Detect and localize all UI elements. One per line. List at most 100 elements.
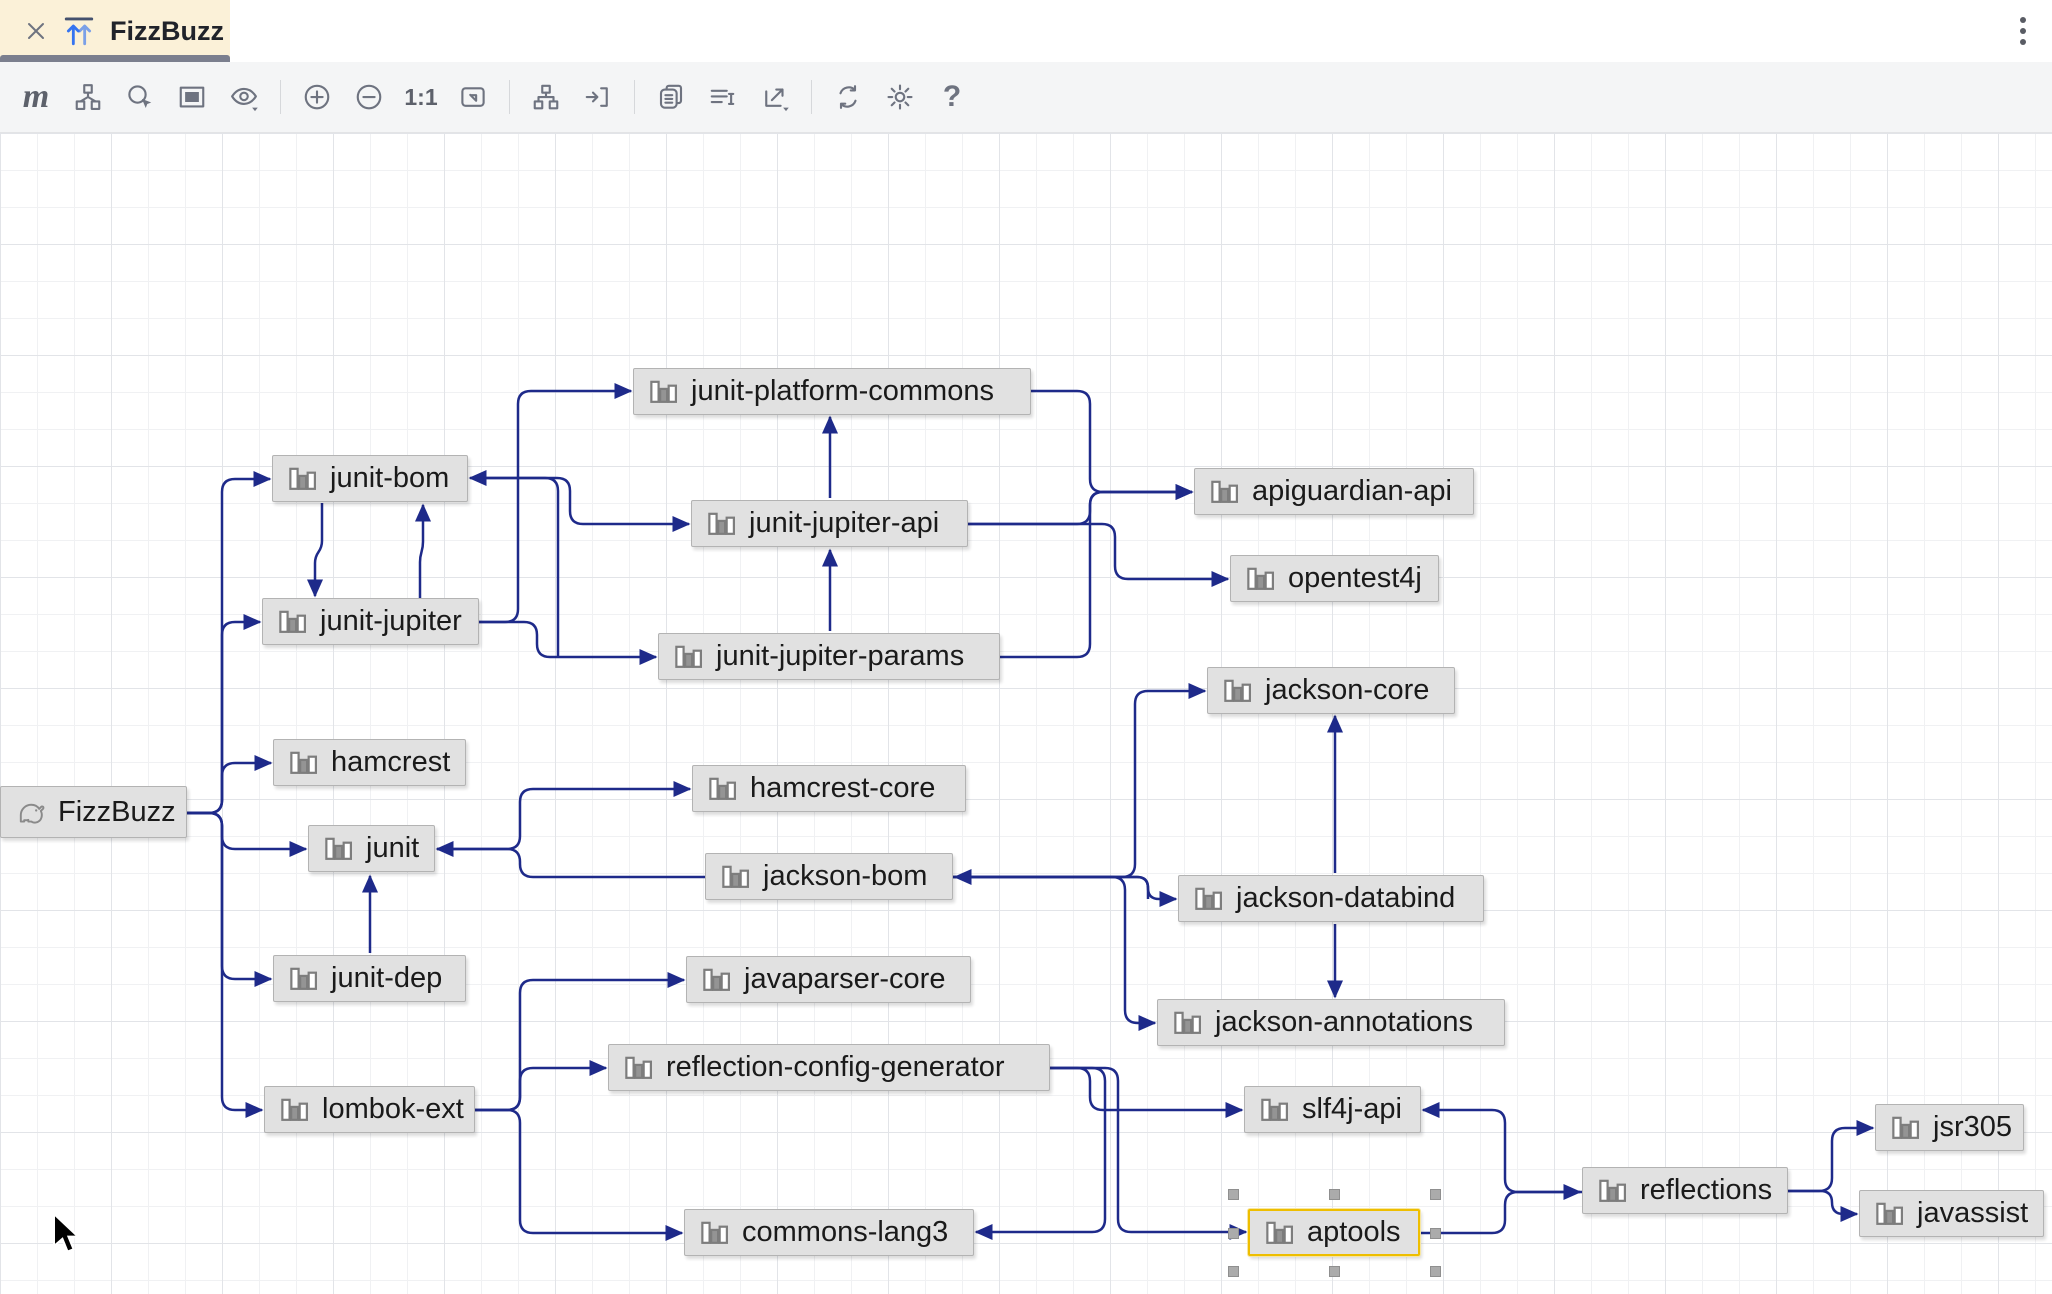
library-icon [1172,1007,1203,1038]
library-icon [701,964,732,995]
selection-handle[interactable] [1430,1266,1441,1277]
library-icon [706,508,737,539]
copy-diagram-button[interactable] [649,75,693,119]
diagram-node-reflections[interactable]: reflections [1582,1167,1788,1214]
node-label: junit-jupiter-params [716,640,964,673]
diagram-node-reflection-config-generator[interactable]: reflection-config-generator [608,1044,1050,1091]
active-tab-underline [0,55,230,62]
diagram-node-opentest4j[interactable]: opentest4j [1230,555,1439,602]
diagram-structure-button[interactable] [66,75,110,119]
diagram-node-slf4j-api[interactable]: slf4j-api [1244,1086,1421,1133]
close-icon[interactable] [24,19,48,43]
diagram-node-javaparser-core[interactable]: javaparser-core [686,956,971,1003]
library-icon [288,747,319,778]
diagram-node-jackson-databind[interactable]: jackson-databind [1178,875,1484,922]
library-icon [720,861,751,892]
settings-button[interactable] [878,75,922,119]
selection-handle[interactable] [1329,1189,1340,1200]
node-label: lombok-ext [322,1093,464,1126]
diagram-node-aptools[interactable]: aptools [1248,1209,1420,1256]
diagram-node-commons-lang3[interactable]: commons-lang3 [684,1209,974,1256]
diagram-node-hamcrest-core[interactable]: hamcrest-core [692,765,966,812]
diagram-node-junit-bom[interactable]: junit-bom [272,455,468,502]
selection-handle[interactable] [1228,1189,1239,1200]
focus-element-button[interactable] [576,75,620,119]
visibility-options-button[interactable] [222,75,266,119]
node-label: junit-bom [330,462,449,495]
maven-button[interactable]: m [14,75,58,119]
library-icon [699,1217,730,1248]
node-label: jackson-bom [763,860,927,893]
node-label: javassist [1917,1197,2028,1230]
library-icon [1245,563,1276,594]
node-label: reflections [1640,1174,1772,1207]
library-icon [279,1094,310,1125]
diagram-toolbar: m 1:1? [0,62,2052,133]
selection-handle[interactable] [1430,1189,1441,1200]
node-label: jackson-annotations [1215,1006,1473,1039]
minimap-button[interactable] [170,75,214,119]
zoom-in-button[interactable] [295,75,339,119]
node-label: aptools [1307,1216,1401,1249]
diagram-node-junit-jupiter[interactable]: junit-jupiter [262,598,479,645]
show-details-button[interactable] [701,75,745,119]
diagram-node-jsr305[interactable]: jsr305 [1875,1104,2024,1151]
diagram-node-jackson-core[interactable]: jackson-core [1207,667,1455,714]
pull-up-diagram-icon [62,14,96,48]
apply-layout-button[interactable] [524,75,568,119]
editor-tab-bar: FizzBuzz [0,0,2052,63]
library-icon [323,833,354,864]
diagram-node-lombok-ext[interactable]: lombok-ext [264,1086,475,1133]
export-diagram-button[interactable] [753,75,797,119]
library-icon [287,463,318,494]
gradle-icon [15,797,46,828]
toolbar-separator [280,80,281,114]
refresh-button[interactable] [826,75,870,119]
tab-title: FizzBuzz [110,16,224,47]
toolbar-separator [811,80,812,114]
diagram-node-junit-jupiter-params[interactable]: junit-jupiter-params [658,633,1000,680]
fit-content-button[interactable] [451,75,495,119]
actual-size-button[interactable]: 1:1 [399,75,443,119]
library-icon [1264,1217,1295,1248]
diagram-node-junit-jupiter-api[interactable]: junit-jupiter-api [691,500,968,547]
zoom-out-button[interactable] [347,75,391,119]
library-icon [1259,1094,1290,1125]
library-icon [288,963,319,994]
diagram-node-apiguardian-api[interactable]: apiguardian-api [1194,468,1474,515]
help-button[interactable]: ? [930,75,974,119]
node-label: opentest4j [1288,562,1422,595]
diagram-node-jackson-bom[interactable]: jackson-bom [705,853,953,900]
library-icon [1890,1112,1921,1143]
diagram-node-jackson-annotations[interactable]: jackson-annotations [1157,999,1505,1046]
node-label: FizzBuzz [58,796,176,829]
node-label: slf4j-api [1302,1093,1402,1126]
diagram-node-junit[interactable]: junit [308,825,435,872]
node-label: junit-dep [331,962,442,995]
diagram-node-hamcrest[interactable]: hamcrest [273,739,466,786]
kebab-menu-icon[interactable] [2008,12,2038,52]
library-icon [1874,1198,1905,1229]
library-icon [623,1052,654,1083]
node-label: hamcrest [331,746,450,779]
diagram-node-junit-dep[interactable]: junit-dep [273,955,466,1002]
node-label: commons-lang3 [742,1216,948,1249]
selection-handle[interactable] [1228,1266,1239,1277]
node-label: junit-jupiter-api [749,507,939,540]
selection-handle[interactable] [1228,1228,1239,1239]
tab-fizzbuzz[interactable]: FizzBuzz [0,0,230,62]
diagram-node-junit-platform-commons[interactable]: junit-platform-commons [633,368,1031,415]
node-label: jackson-core [1265,674,1429,707]
library-icon [1209,476,1240,507]
library-icon [673,641,704,672]
locate-element-button[interactable] [118,75,162,119]
toolbar-separator [509,80,510,114]
node-label: junit-jupiter [320,605,462,638]
library-icon [1193,883,1224,914]
selection-handle[interactable] [1329,1266,1340,1277]
selection-handle[interactable] [1430,1228,1441,1239]
diagram-node-javassist[interactable]: javassist [1859,1190,2044,1237]
diagram-node-FizzBuzz[interactable]: FizzBuzz [0,786,187,838]
library-icon [1597,1175,1628,1206]
node-label: hamcrest-core [750,772,935,805]
